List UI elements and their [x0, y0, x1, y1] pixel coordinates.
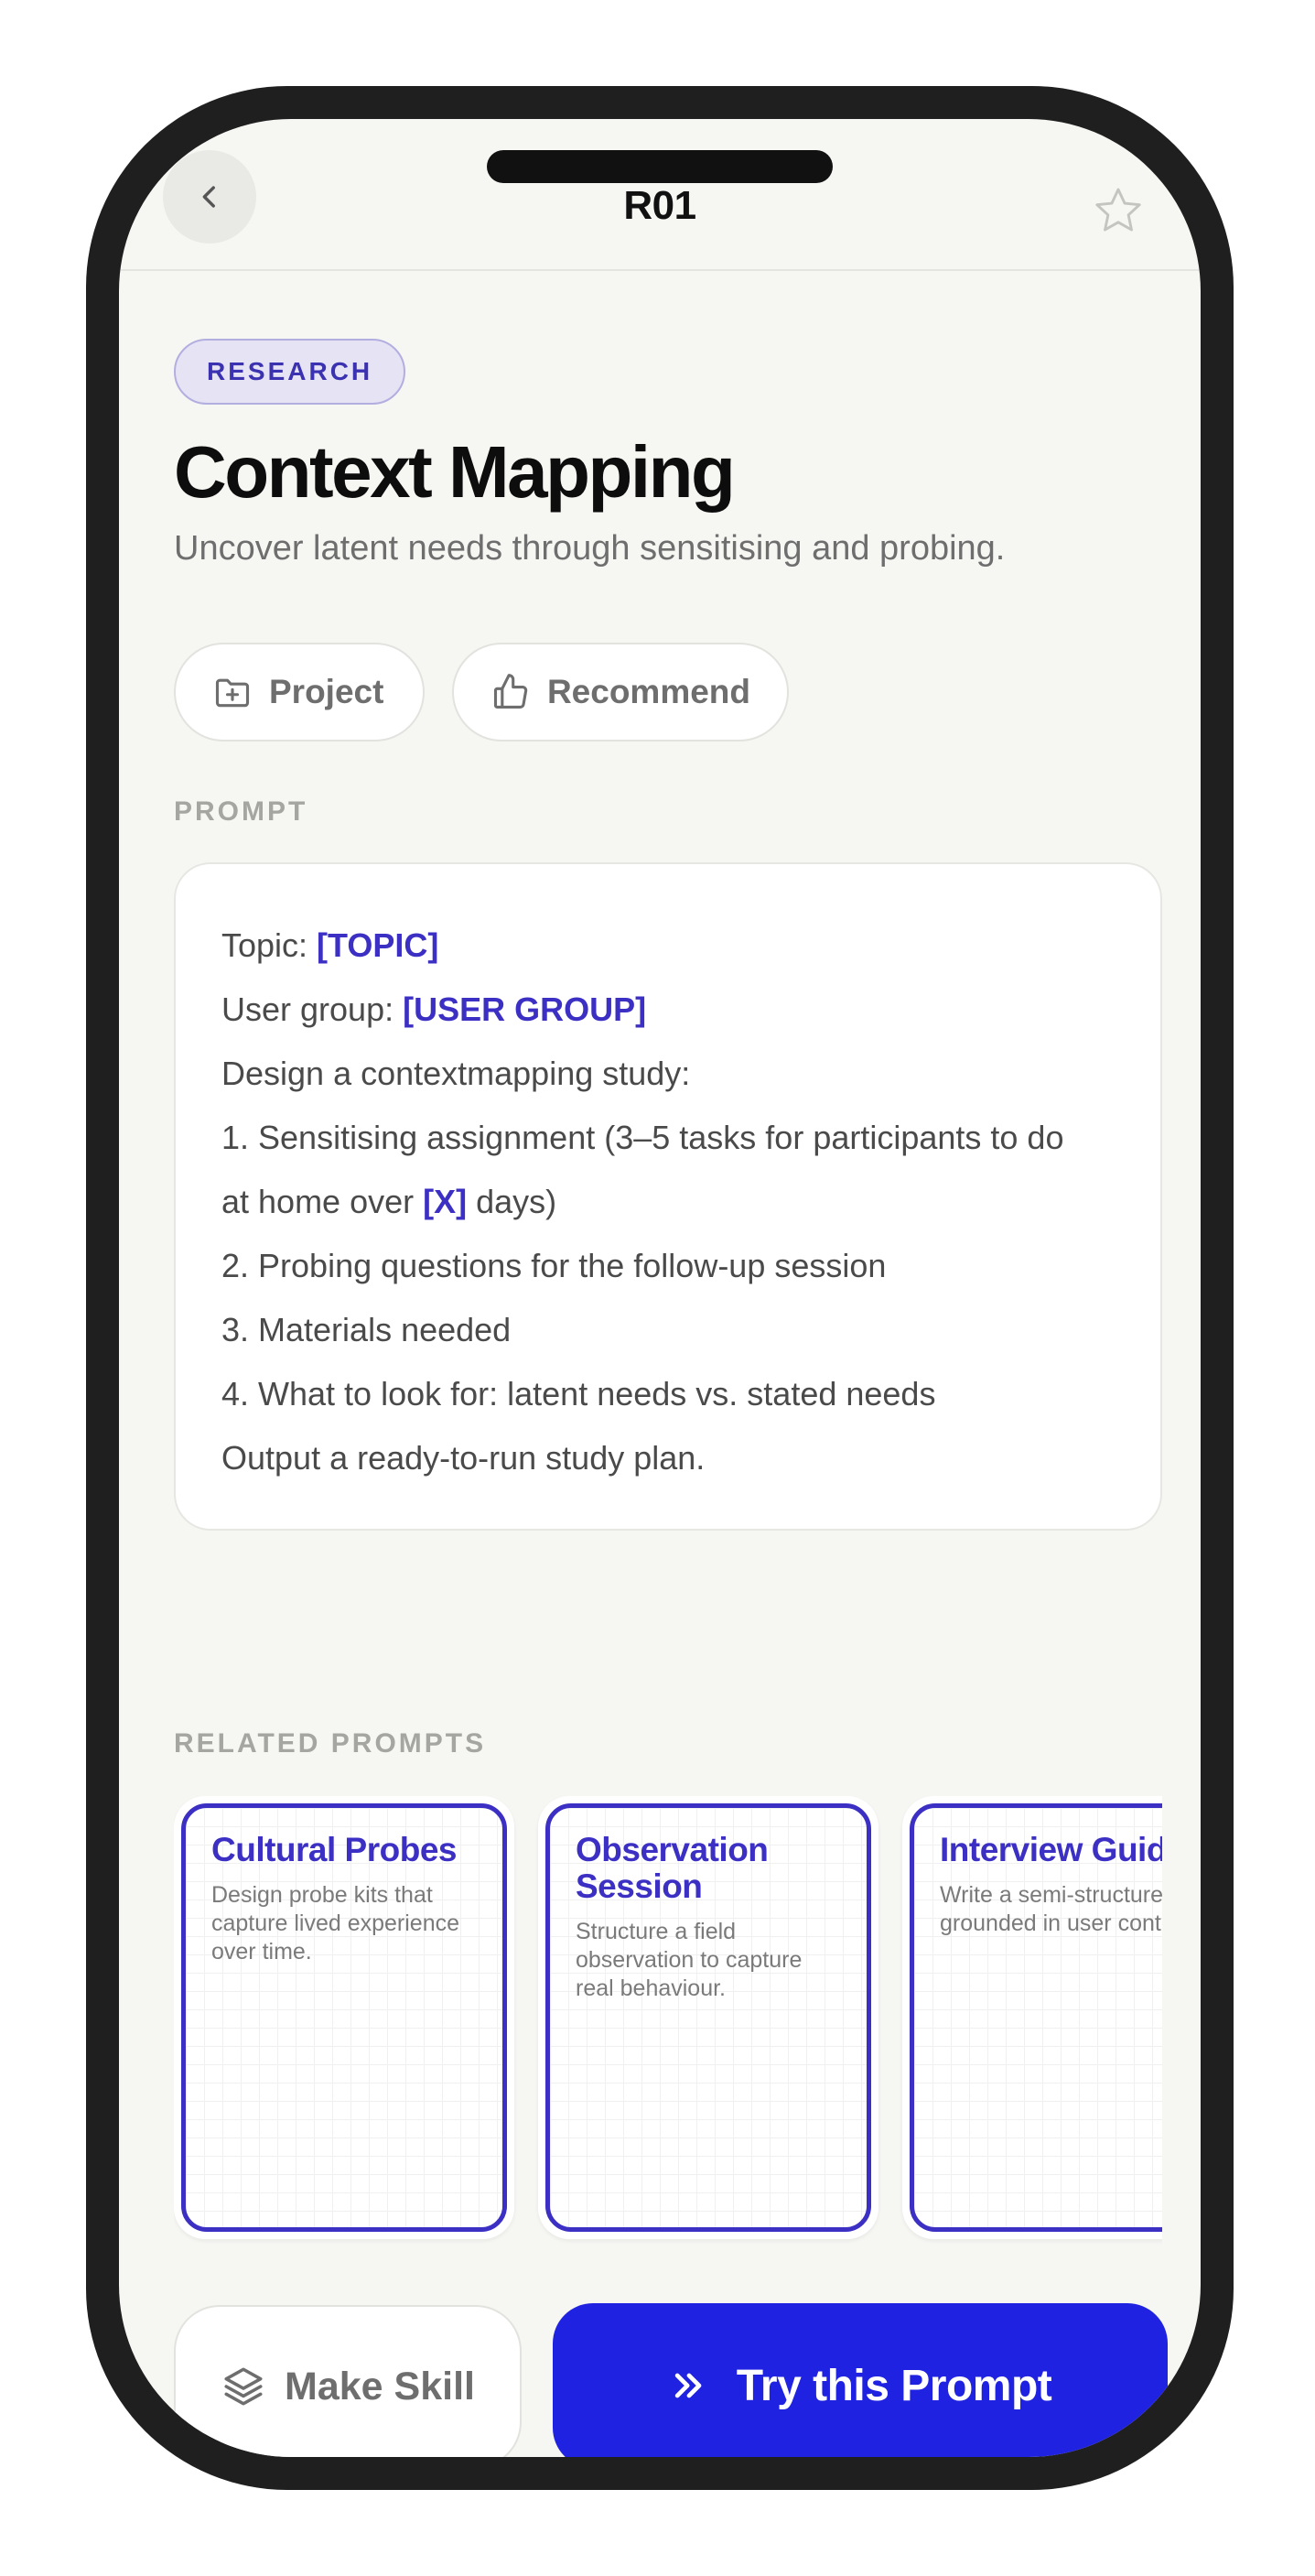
- prompt-text: User group:: [221, 990, 404, 1028]
- thumbs-up-icon: [493, 674, 528, 709]
- prompt-line: Design a contextmapping study:: [221, 1055, 691, 1092]
- dynamic-island: [487, 150, 833, 183]
- prompt-text: days): [467, 1183, 557, 1220]
- double-chevron-right-icon: [674, 2373, 702, 2398]
- related-prompt-card[interactable]: Observation Session Structure a field ob…: [538, 1796, 878, 2239]
- prompt-variable-user-group[interactable]: [USER GROUP]: [403, 990, 646, 1028]
- add-to-project-button[interactable]: Project: [174, 643, 425, 741]
- page-title: Context Mapping: [174, 431, 736, 513]
- prompt-line: 4. What to look for: latent needs vs. st…: [221, 1375, 936, 1412]
- make-skill-label: Make Skill: [285, 2364, 475, 2408]
- prompt-variable-topic[interactable]: [TOPIC]: [317, 926, 438, 964]
- prompt-line: User group: [USER GROUP]: [221, 978, 1115, 1042]
- prompt-text: Topic:: [221, 926, 318, 964]
- prompt-section-label: PROMPT: [174, 796, 308, 827]
- recommend-button[interactable]: Recommend: [452, 643, 789, 741]
- related-prompt-card[interactable]: Cultural Probes Design probe kits that c…: [174, 1796, 514, 2239]
- favorite-button[interactable]: [1085, 178, 1151, 244]
- prompt-line: 2. Probing questions for the follow-up s…: [221, 1247, 887, 1284]
- project-button-label: Project: [269, 673, 384, 710]
- prompt-line: 3. Materials needed: [221, 1311, 512, 1348]
- phone-frame: R01 RESEARCH Context Mapping Uncover lat…: [86, 86, 1234, 2490]
- category-badge: RESEARCH: [174, 339, 406, 405]
- app-screen: R01 RESEARCH Context Mapping Uncover lat…: [119, 119, 1201, 2457]
- make-skill-button[interactable]: Make Skill: [174, 2305, 522, 2457]
- star-outline-icon: [1095, 188, 1141, 232]
- prompt-variable-days[interactable]: [X]: [423, 1183, 467, 1220]
- prompt-line: Topic: [TOPIC]: [221, 914, 1115, 978]
- related-prompt-title: Interview Guide: [940, 1831, 1162, 1868]
- related-prompt-description: Structure a field observation to capture…: [576, 1919, 803, 2001]
- related-prompt-title: Observation Session: [576, 1831, 769, 1905]
- prompt-line: 1. Sensitising assignment (3–5 tasks for…: [221, 1119, 1064, 1156]
- page-code: R01: [623, 183, 696, 228]
- prompt-card: Topic: [TOPIC] User group: [USER GROUP] …: [174, 862, 1162, 1531]
- folder-plus-icon: [215, 678, 250, 708]
- related-prompt-description: Design probe kits that capture lived exp…: [211, 1882, 459, 1964]
- header-divider: [119, 269, 1201, 271]
- prompt-line: Output a ready-to-run study plan.: [221, 1439, 706, 1477]
- related-prompt-description: Write a semi-structured guide grounded i…: [940, 1882, 1162, 1936]
- prompt-line: at home over [X] days): [221, 1170, 1115, 1234]
- related-prompt-card[interactable]: Interview Guide Write a semi-structured …: [902, 1796, 1162, 2239]
- related-section-label: RELATED PROMPTS: [174, 1728, 487, 1759]
- page-subtitle: Uncover latent needs through sensitising…: [174, 529, 1006, 568]
- layers-icon: [224, 2367, 263, 2406]
- related-prompts-carousel[interactable]: Cultural Probes Design probe kits that c…: [174, 1796, 1162, 2245]
- recommend-button-label: Recommend: [546, 673, 750, 710]
- try-prompt-button[interactable]: Try this Prompt: [553, 2303, 1168, 2457]
- prompt-text: at home over: [221, 1183, 424, 1220]
- related-prompt-title: Cultural Probes: [211, 1831, 458, 1868]
- try-prompt-label: Try this Prompt: [736, 2361, 1052, 2410]
